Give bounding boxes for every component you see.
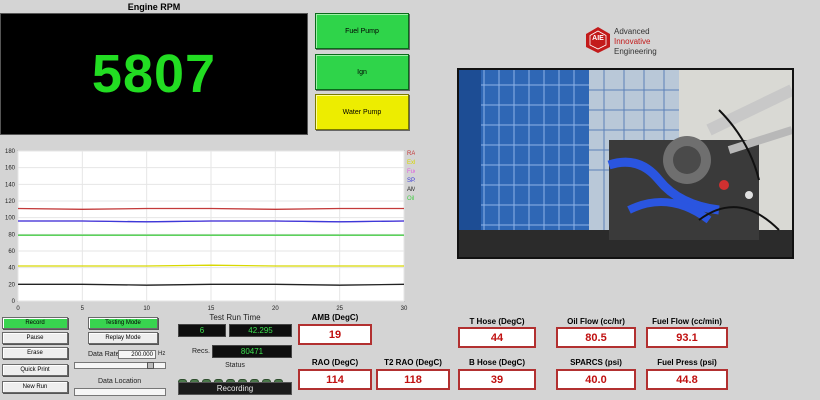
camera-feed (457, 68, 794, 259)
y-tick-label: 20 (8, 282, 15, 288)
y-tick-label: 140 (5, 182, 16, 188)
legend-entry: AMB (407, 187, 415, 193)
legend-entry: Fuel-A (407, 169, 415, 175)
x-tick-label: 15 (208, 306, 215, 312)
rpm-value: 5807 (91, 44, 217, 104)
erase-button[interactable]: Erase (2, 347, 68, 359)
legend-entry: Exhaust (407, 160, 415, 166)
logo-line-3: Engineering (614, 47, 657, 56)
readout-label-oil-flow: Oil Flow (cc/hr) (567, 317, 625, 326)
fuel-pump-button[interactable]: Fuel Pump (315, 13, 409, 49)
replay-mode-button[interactable]: Replay Mode (88, 332, 158, 344)
water-pump-button[interactable]: Water Pump (315, 94, 409, 130)
y-tick-label: 80 (8, 232, 15, 238)
readout-label-t-hose: T Hose (DegC) (469, 317, 525, 326)
aie-logo-icon: AIE (585, 26, 611, 54)
readout-oil-flow: 80.5 (556, 327, 636, 348)
y-tick-label: 40 (8, 266, 15, 272)
data-rate-label: Data Rate (88, 351, 120, 358)
legend-entry: RAO X3 (407, 151, 415, 157)
status-label: Status (225, 362, 245, 369)
company-name: Advanced Innovative Engineering (614, 27, 657, 57)
data-rate-unit: Hz (158, 351, 166, 357)
logo-line-2: Innovative (614, 37, 651, 46)
readout-amb: 19 (298, 324, 372, 345)
x-tick-label: 5 (81, 306, 85, 312)
run-time-seconds: 42.295 (229, 324, 292, 337)
x-tick-label: 30 (401, 306, 408, 312)
data-chart: 0 20 40 60 80 100 120 140 160 180 0 5 10 15 20 25 30 RAO … (0, 145, 415, 315)
rpm-title: Engine RPM (127, 2, 181, 12)
line-chart: 0 20 40 60 80 100 120 140 160 180 0 5 10 15 20 25 30 RAO … (5, 149, 415, 312)
readout-label-amb: AMB (DegC) (311, 313, 359, 322)
readout-rao: 114 (298, 369, 372, 390)
readout-label-t2-rao: T2 RAO (DegC) (384, 358, 442, 367)
readout-t-hose: 44 (458, 327, 536, 348)
data-rate-slider[interactable] (74, 362, 166, 369)
status-leds (178, 372, 292, 385)
status-value: Recording (178, 382, 292, 395)
new-run-button[interactable]: New Run (2, 381, 68, 393)
readout-fuel-flow: 93.1 (646, 327, 728, 348)
test-run-time-title: Test Run Time (209, 313, 261, 322)
x-tick-label: 20 (272, 306, 279, 312)
legend-entry: Oil Flow (407, 196, 415, 202)
slider-handle[interactable] (147, 362, 154, 369)
readout-sparcs: 40.0 (556, 369, 636, 390)
ign-button[interactable]: Ign (315, 54, 409, 90)
pause-button[interactable]: Pause (2, 332, 68, 344)
rpm-display: 5807 (0, 13, 308, 135)
readout-label-sparcs: SPARCS (psi) (570, 358, 622, 367)
y-tick-label: 160 (5, 166, 16, 172)
readout-t2-rao: 118 (376, 369, 450, 390)
y-tick-label: 120 (5, 199, 16, 205)
data-rate-input[interactable]: 200.000 (118, 350, 156, 359)
readout-b-hose: 39 (458, 369, 536, 390)
legend-entry: SPARCS (407, 178, 415, 184)
run-time-minutes: 6 (178, 324, 226, 337)
readout-label-fuel-flow: Fuel Flow (cc/min) (652, 317, 722, 326)
readout-label-fuel-press: Fuel Press (psi) (657, 358, 717, 367)
y-tick-label: 180 (5, 149, 16, 155)
data-location-label: Data Location (98, 378, 142, 385)
recs-value: 80471 (212, 345, 292, 358)
x-tick-label: 25 (336, 306, 343, 312)
record-button[interactable]: Record (2, 317, 68, 329)
testing-mode-button[interactable]: Testing Mode (88, 317, 158, 329)
y-tick-label: 100 (5, 216, 16, 222)
recs-label: Recs. (192, 348, 210, 355)
quick-print-button[interactable]: Quick Print (2, 364, 68, 376)
logo-line-1: Advanced (614, 27, 650, 36)
readout-label-b-hose: B Hose (DegC) (468, 358, 525, 367)
x-tick-label: 10 (143, 306, 150, 312)
readout-fuel-press: 44.8 (646, 369, 728, 390)
x-tick-label: 0 (16, 306, 20, 312)
readout-label-rao: RAO (DegC) (311, 358, 359, 367)
y-tick-label: 0 (12, 299, 16, 305)
logo-badge: AIE (592, 35, 604, 42)
y-tick-label: 60 (8, 249, 15, 255)
data-location-field[interactable] (74, 388, 166, 396)
